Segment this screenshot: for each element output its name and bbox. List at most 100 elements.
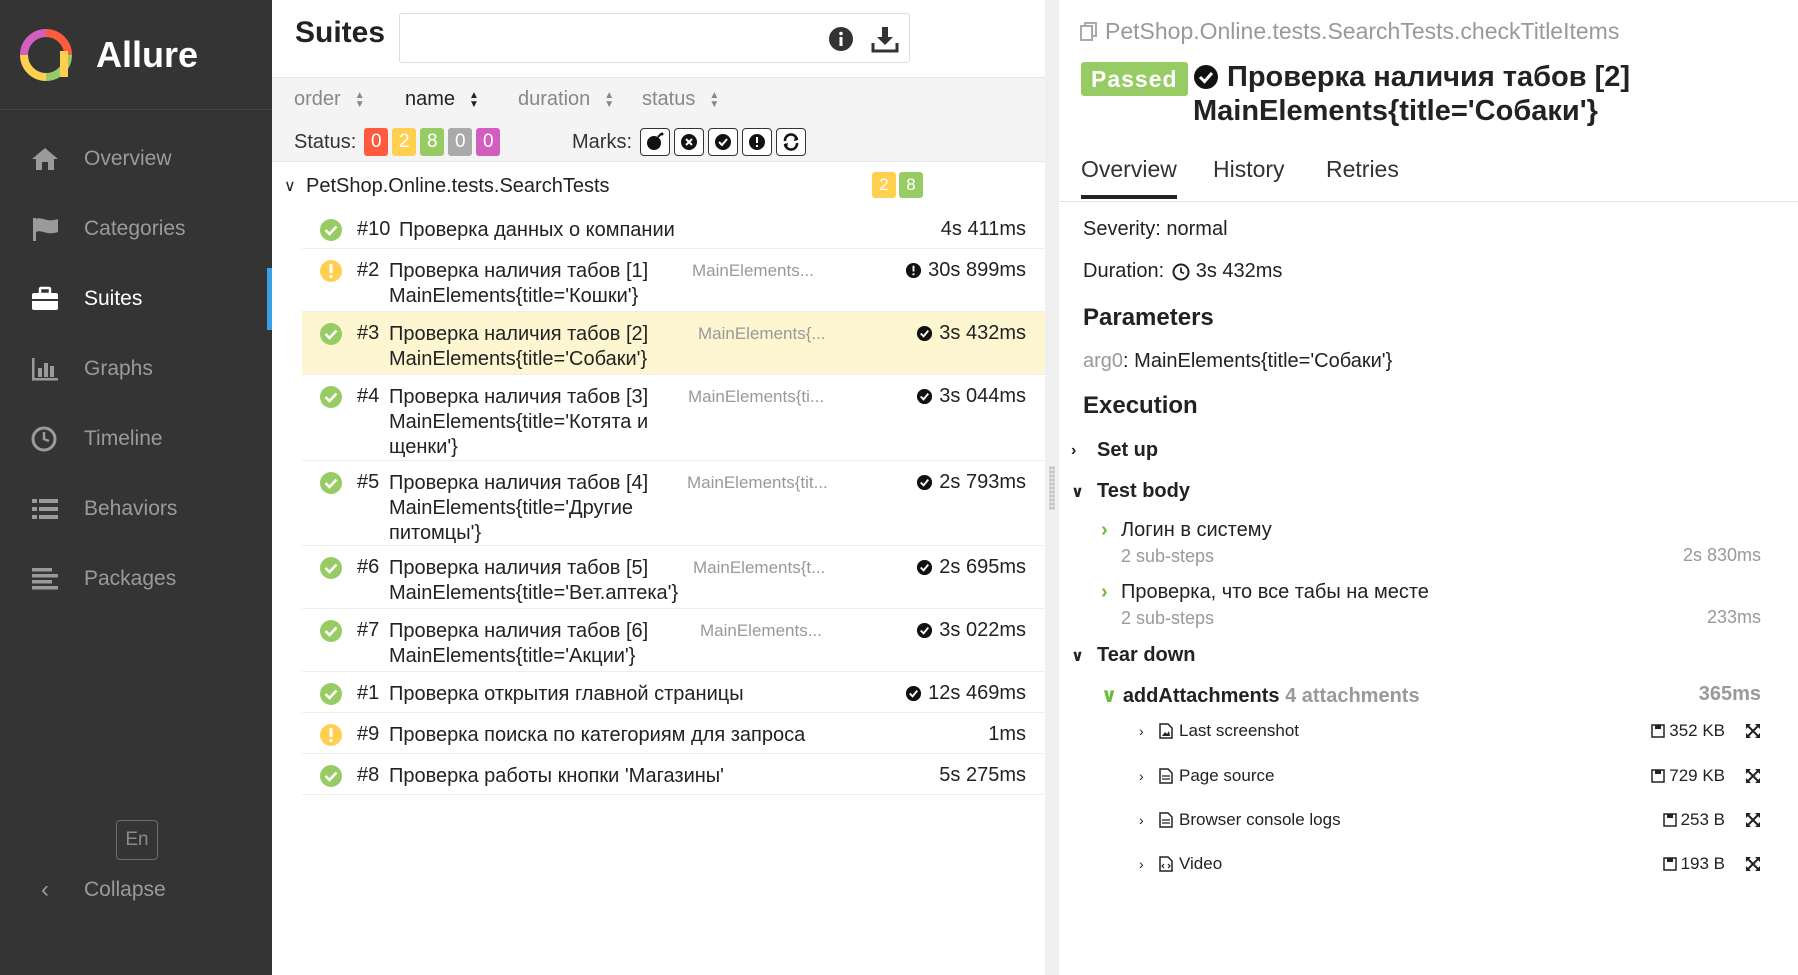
home-icon [28,144,62,174]
tab-history[interactable]: History [1213,156,1285,183]
collapse-button[interactable]: ‹ Collapse [28,876,166,904]
test-name: Проверка наличия табов [2] MainElements{… [389,323,649,370]
test-duration: 3s 022ms [916,619,1026,642]
chevron-down-icon: ∨ [1101,685,1118,707]
sort-duration[interactable]: duration ▲ ▼ [518,88,614,111]
test-title: Проверка наличия табов [2] MainElements{… [1193,61,1631,127]
test-row[interactable]: #2 Проверка наличия табов [1] MainElemen… [302,249,1045,312]
attachment-item[interactable]: › Last screenshot 352 KB [1139,721,1761,741]
test-duration: 4s 411ms [940,218,1026,240]
passed-status-icon [320,472,342,494]
test-row[interactable]: #7 Проверка наличия табов [6] MainElemen… [302,609,1045,672]
download-icon[interactable] [868,22,902,56]
passed-status-icon [320,765,342,787]
splitter-grip-icon[interactable] [1049,466,1055,510]
tab-retries[interactable]: Retries [1326,156,1399,183]
test-row[interactable]: #4 Проверка наличия табов [3] MainElemen… [302,375,1045,461]
copy-icon [1080,21,1097,41]
new-passed-mark-icon[interactable] [708,128,738,156]
sidebar-item-graphs[interactable]: Graphs [0,334,272,404]
status-broken-toggle[interactable]: 2 [392,128,417,156]
test-row[interactable]: #1 Проверка открытия главной страницы 12… [302,672,1045,713]
passed-icon [917,622,933,639]
passed-status-icon [320,620,342,642]
new-broken-mark-icon[interactable] [742,128,772,156]
sidebar-item-timeline[interactable]: Timeline [0,404,272,474]
chevron-down-icon: ∨ [284,178,296,195]
test-row[interactable]: #9 Проверка поиска по категориям для зап… [302,713,1045,754]
attachment-size: 352 KB [1651,721,1725,741]
expand-icon[interactable] [1745,812,1761,828]
test-row[interactable]: #10 Проверка данных о компании 4s 411ms [302,208,1045,249]
sidebar-item-suites[interactable]: Suites [0,264,272,334]
test-details-pane: PetShop.Online.tests.SearchTests.checkTi… [1059,0,1798,975]
broken-status-icon [320,260,342,282]
attachment-item[interactable]: › Page source 729 KB [1139,766,1761,786]
detail-tabs: Overview History Retries [1059,142,1798,202]
status-skipped-toggle[interactable]: 0 [448,128,473,156]
test-row[interactable]: #6 Проверка наличия табов [5] MainElemen… [302,546,1045,609]
test-row-selected[interactable]: #3 Проверка наличия табов [2] MainElemen… [302,312,1045,375]
test-name: Проверка наличия табов [5] MainElements{… [389,557,679,604]
teardown-section[interactable]: ∨ Tear down [1071,644,1196,667]
sidebar-item-packages[interactable]: Packages [0,544,272,614]
sort-name[interactable]: name ▲ ▼ [405,88,479,111]
suite-group-header[interactable]: ∨ PetShop.Online.tests.SearchTests 2 8 [284,164,1045,208]
briefcase-icon [28,284,62,314]
broken-status-icon [320,724,342,746]
chevron-right-icon: › [1139,856,1144,872]
step-item[interactable]: › Проверка, что все табы на месте 2 sub-s… [1101,581,1761,629]
test-row[interactable]: #8 Проверка работы кнопки 'Магазины' 5s … [302,754,1045,795]
status-passed-toggle[interactable]: 8 [420,128,445,156]
text-file-icon [1159,768,1173,784]
add-attachments-step[interactable]: ∨ addAttachments 4 attachments 365ms [1101,683,1761,708]
sort-status[interactable]: status ▲ ▼ [642,88,719,111]
step-time: 233ms [1706,607,1761,627]
sort-order[interactable]: order ▲ ▼ [294,88,365,111]
test-fullname[interactable]: PetShop.Online.tests.SearchTests.checkTi… [1079,18,1619,45]
save-icon [1662,857,1677,871]
duration-value: 3s 432ms [1195,260,1283,282]
test-number: #2 [357,259,380,281]
sidebar-item-overview[interactable]: Overview [0,124,272,194]
attachment-item[interactable]: › Browser console logs 253 B [1139,810,1761,830]
passed-icon [906,685,922,702]
test-row[interactable]: #5 Проверка наличия табов [4] MainElemen… [302,461,1045,546]
chevron-left-icon: ‹ [41,876,49,903]
expand-icon[interactable] [1745,723,1761,739]
sidebar-item-label: Categories [84,217,186,240]
test-name: Проверка наличия табов [1] MainElements{… [389,260,649,307]
step-time: 2s 830ms [1682,545,1761,565]
parameters-heading: Parameters [1083,304,1214,331]
collapse-label: Collapse [84,878,166,901]
test-parameter: MainElements... [700,621,822,640]
test-body-section[interactable]: ∨ Test body [1071,480,1190,503]
chevron-right-icon: › [1139,768,1144,784]
sidebar-item-label: Suites [84,287,143,310]
execution-heading: Execution [1083,392,1198,419]
chevron-down-icon: ∨ [1071,483,1084,501]
step-substeps: 2 sub-steps [1121,608,1215,628]
save-icon [1662,813,1677,827]
status-unknown-toggle[interactable]: 0 [476,128,501,156]
language-button[interactable]: En [116,820,158,860]
step-item[interactable]: › Логин в систему 2 sub-steps 2s 830ms [1101,519,1761,567]
sidebar-item-categories[interactable]: Categories [0,194,272,264]
page-title: Suites [295,15,386,49]
attachment-item[interactable]: › Video 193 B [1139,854,1761,874]
sidebar-item-behaviors[interactable]: Behaviors [0,474,272,544]
retries-mark-icon[interactable] [776,128,806,156]
sidebar-item-label: Graphs [84,357,153,380]
brand[interactable]: Allure [0,0,272,110]
info-icon[interactable] [824,22,858,56]
expand-icon[interactable] [1745,856,1761,872]
setup-section[interactable]: › Set up [1071,439,1158,462]
passed-icon [917,388,933,405]
expand-icon[interactable] [1745,768,1761,784]
status-failed-toggle[interactable]: 0 [364,128,389,156]
tab-overview[interactable]: Overview [1081,156,1177,199]
test-name: Проверка наличия табов [4] MainElements{… [389,472,649,544]
flaky-mark-icon[interactable] [640,128,670,156]
new-failed-mark-icon[interactable] [674,128,704,156]
status-filter: Status: 0 2 8 0 0 [294,128,501,156]
